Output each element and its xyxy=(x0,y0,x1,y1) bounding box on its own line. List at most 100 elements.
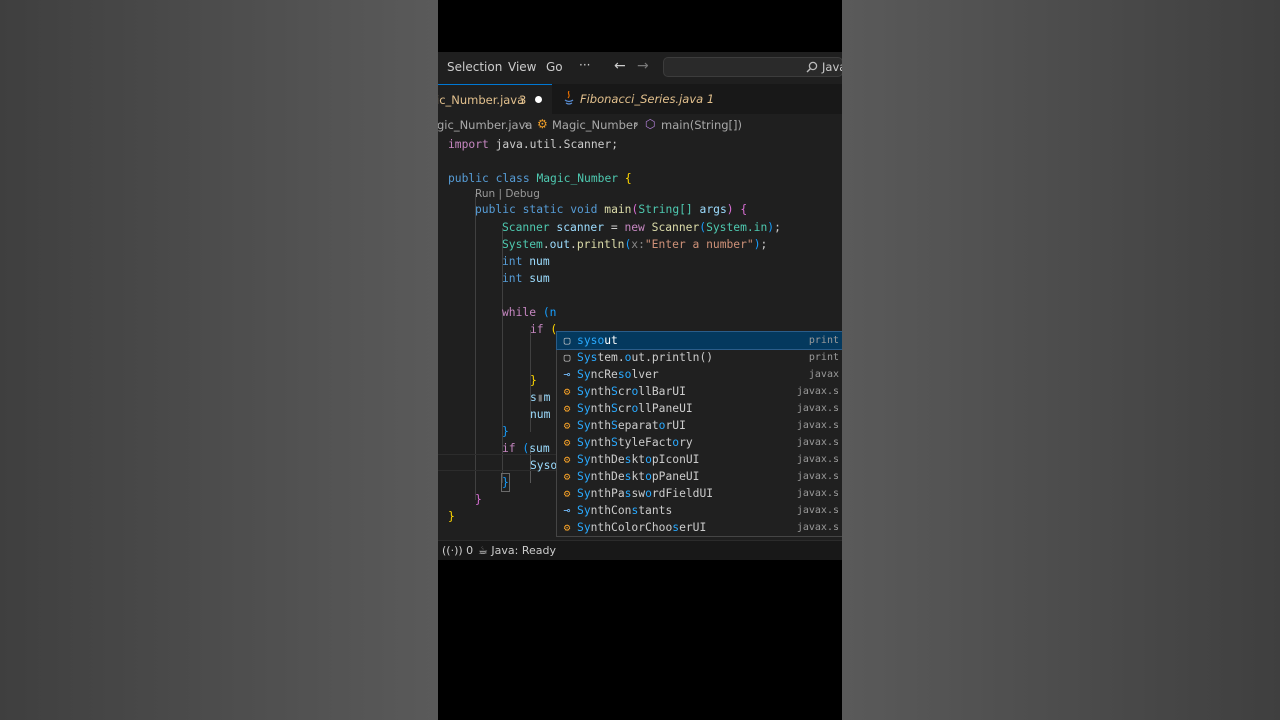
editor-tab-bar: ic_Number.java 3 Fibonacci_Series.java 1 xyxy=(438,84,842,114)
suggestion-detail: javax xyxy=(808,369,839,380)
snippet-icon: ▢ xyxy=(563,351,571,364)
code-line-18: Syso xyxy=(530,459,558,472)
suggestion-detail: print xyxy=(808,335,839,346)
unsaved-dot-icon[interactable] xyxy=(535,96,542,103)
radio-tower-icon: ((·)) xyxy=(442,544,463,557)
code-line-21: } xyxy=(448,510,455,523)
autocomplete-suggestions[interactable]: ▢ sysout print ▢ System.out.println() print ⊸ S… xyxy=(556,331,842,537)
suggestion-item[interactable]: ⊸ SynthConstants javax.s xyxy=(557,502,842,519)
interface-icon: ⊸ xyxy=(563,504,571,517)
code-line-17: if (sum xyxy=(502,442,550,455)
method-icon: ⬡ xyxy=(645,117,656,131)
title-bar: Selection View Go ··· ← → Java xyxy=(438,52,842,84)
suggestion-label: SynthColorChooserUI xyxy=(577,521,707,534)
forward-arrow-icon[interactable]: → xyxy=(637,58,649,74)
suggestion-detail: javax.s xyxy=(796,488,839,499)
ports-status[interactable]: ((·)) 0 xyxy=(442,544,473,557)
suggestion-item[interactable]: ▢ System.out.println() print xyxy=(557,349,842,366)
suggestion-item[interactable]: ⚙ SynthColorChooserUI javax.s xyxy=(557,519,842,536)
menu-selection[interactable]: Selection xyxy=(447,60,502,74)
class-icon: ⚙ xyxy=(563,419,571,432)
code-editor[interactable]: import java.util.Scanner; public class M… xyxy=(438,136,842,540)
tab-magic-number[interactable]: ic_Number.java 3 xyxy=(438,84,552,114)
suggestion-item[interactable]: ⚙ SynthPasswordFieldUI javax.s xyxy=(557,485,842,502)
more-menu-button[interactable]: ··· xyxy=(579,58,590,72)
suggestion-label: sysout xyxy=(577,334,618,347)
suggestion-detail: javax.s xyxy=(796,403,839,414)
class-icon: ⚙ xyxy=(537,117,548,131)
suggestion-label: SynthScrollPaneUI xyxy=(577,402,693,415)
command-center-search[interactable]: Java xyxy=(663,57,842,77)
code-line-13: } xyxy=(530,374,537,387)
suggestion-item[interactable]: ⚙ SynthStyleFactory javax.s xyxy=(557,434,842,451)
suggestion-label: SynthDesktopIconUI xyxy=(577,453,700,466)
code-line-20: } xyxy=(475,493,482,506)
video-frame: Selection View Go ··· ← → Java ic_Number… xyxy=(438,0,842,720)
suggestion-detail: javax.s xyxy=(796,437,839,448)
code-line-11: if ( xyxy=(530,323,558,336)
code-line-19: } xyxy=(501,473,510,492)
status-bar: ((·)) 0 ☕ Java: Ready xyxy=(438,540,842,560)
suggestion-item[interactable]: ▢ sysout print xyxy=(556,331,842,350)
breadcrumb-method[interactable]: main(String[]) xyxy=(661,118,742,132)
code-line-14: s▮m xyxy=(530,391,551,404)
problem-count-badge: 3 xyxy=(519,93,527,107)
suggestion-detail: javax.s xyxy=(796,471,839,482)
back-arrow-icon[interactable]: ← xyxy=(614,58,626,74)
search-icon xyxy=(806,61,818,76)
code-line-4: public static void main(String[] args) { xyxy=(475,203,748,216)
coffee-icon: ☕ xyxy=(478,544,488,557)
breadcrumb-file[interactable]: gic_Number.java xyxy=(438,118,532,132)
suggestion-detail: javax.s xyxy=(796,454,839,465)
menu-view[interactable]: View xyxy=(508,60,536,74)
suggestion-detail: print xyxy=(808,352,839,363)
suggestion-item[interactable]: ⚙ SynthSeparatorUI javax.s xyxy=(557,417,842,434)
code-line-3: public class Magic_Number { xyxy=(448,172,632,185)
tab-fibonacci-series[interactable]: Fibonacci_Series.java 1 xyxy=(552,84,714,114)
menu-go[interactable]: Go xyxy=(546,60,563,74)
code-line-5: Scanner scanner = new Scanner(System.in)… xyxy=(502,221,781,234)
tab-label: Fibonacci_Series.java 1 xyxy=(580,92,715,106)
suggestion-item[interactable]: ⚙ SynthDesktopPaneUI javax.s xyxy=(557,468,842,485)
suggestion-label: SyncResolver xyxy=(577,368,659,381)
vscode-window: Selection View Go ··· ← → Java ic_Number… xyxy=(438,52,842,560)
suggestion-label: SynthPasswordFieldUI xyxy=(577,487,714,500)
code-line-8: int sum xyxy=(502,272,550,285)
suggestion-label: SynthDesktopPaneUI xyxy=(577,470,700,483)
suggestion-label: SynthSeparatorUI xyxy=(577,419,686,432)
suggestion-label: SynthStyleFactory xyxy=(577,436,693,449)
suggestion-item[interactable]: ⚙ SynthScrollBarUI javax.s xyxy=(557,383,842,400)
suggestion-label: SynthScrollBarUI xyxy=(577,385,686,398)
tab-label: ic_Number.java xyxy=(438,93,525,107)
suggestion-item[interactable]: ⊸ SyncResolver javax xyxy=(557,366,842,383)
class-icon: ⚙ xyxy=(563,487,571,500)
chevron-right-icon: › xyxy=(634,117,639,131)
suggestion-label: SynthConstants xyxy=(577,504,673,517)
code-line-15: num xyxy=(530,408,551,421)
snippet-icon: ▢ xyxy=(563,334,571,347)
code-line-7: int num xyxy=(502,255,550,268)
class-icon: ⚙ xyxy=(563,436,571,449)
blurred-background-right xyxy=(842,0,1280,720)
interface-icon: ⊸ xyxy=(563,368,571,381)
chevron-right-icon: › xyxy=(524,117,529,131)
code-line-16: } xyxy=(502,425,509,438)
class-icon: ⚙ xyxy=(563,402,571,415)
breadcrumb: gic_Number.java › ⚙ Magic_Number › ⬡ mai… xyxy=(438,114,842,136)
class-icon: ⚙ xyxy=(563,385,571,398)
suggestion-detail: javax.s xyxy=(796,386,839,397)
blurred-background-left xyxy=(0,0,438,720)
java-status[interactable]: ☕ Java: Ready xyxy=(478,544,556,557)
suggestion-item[interactable]: ⚙ SynthDesktopIconUI javax.s xyxy=(557,451,842,468)
breadcrumb-class[interactable]: Magic_Number xyxy=(552,118,638,132)
search-text: Java xyxy=(822,60,842,74)
class-icon: ⚙ xyxy=(563,453,571,466)
suggestion-detail: javax.s xyxy=(796,505,839,516)
suggestion-item[interactable]: ⚙ SynthScrollPaneUI javax.s xyxy=(557,400,842,417)
code-line-1: import java.util.Scanner; xyxy=(448,138,619,151)
class-icon: ⚙ xyxy=(563,521,571,534)
code-line-10: while (n xyxy=(502,306,557,319)
suggestion-detail: javax.s xyxy=(796,420,839,431)
class-icon: ⚙ xyxy=(563,470,571,483)
suggestion-detail: javax.s xyxy=(796,522,839,533)
